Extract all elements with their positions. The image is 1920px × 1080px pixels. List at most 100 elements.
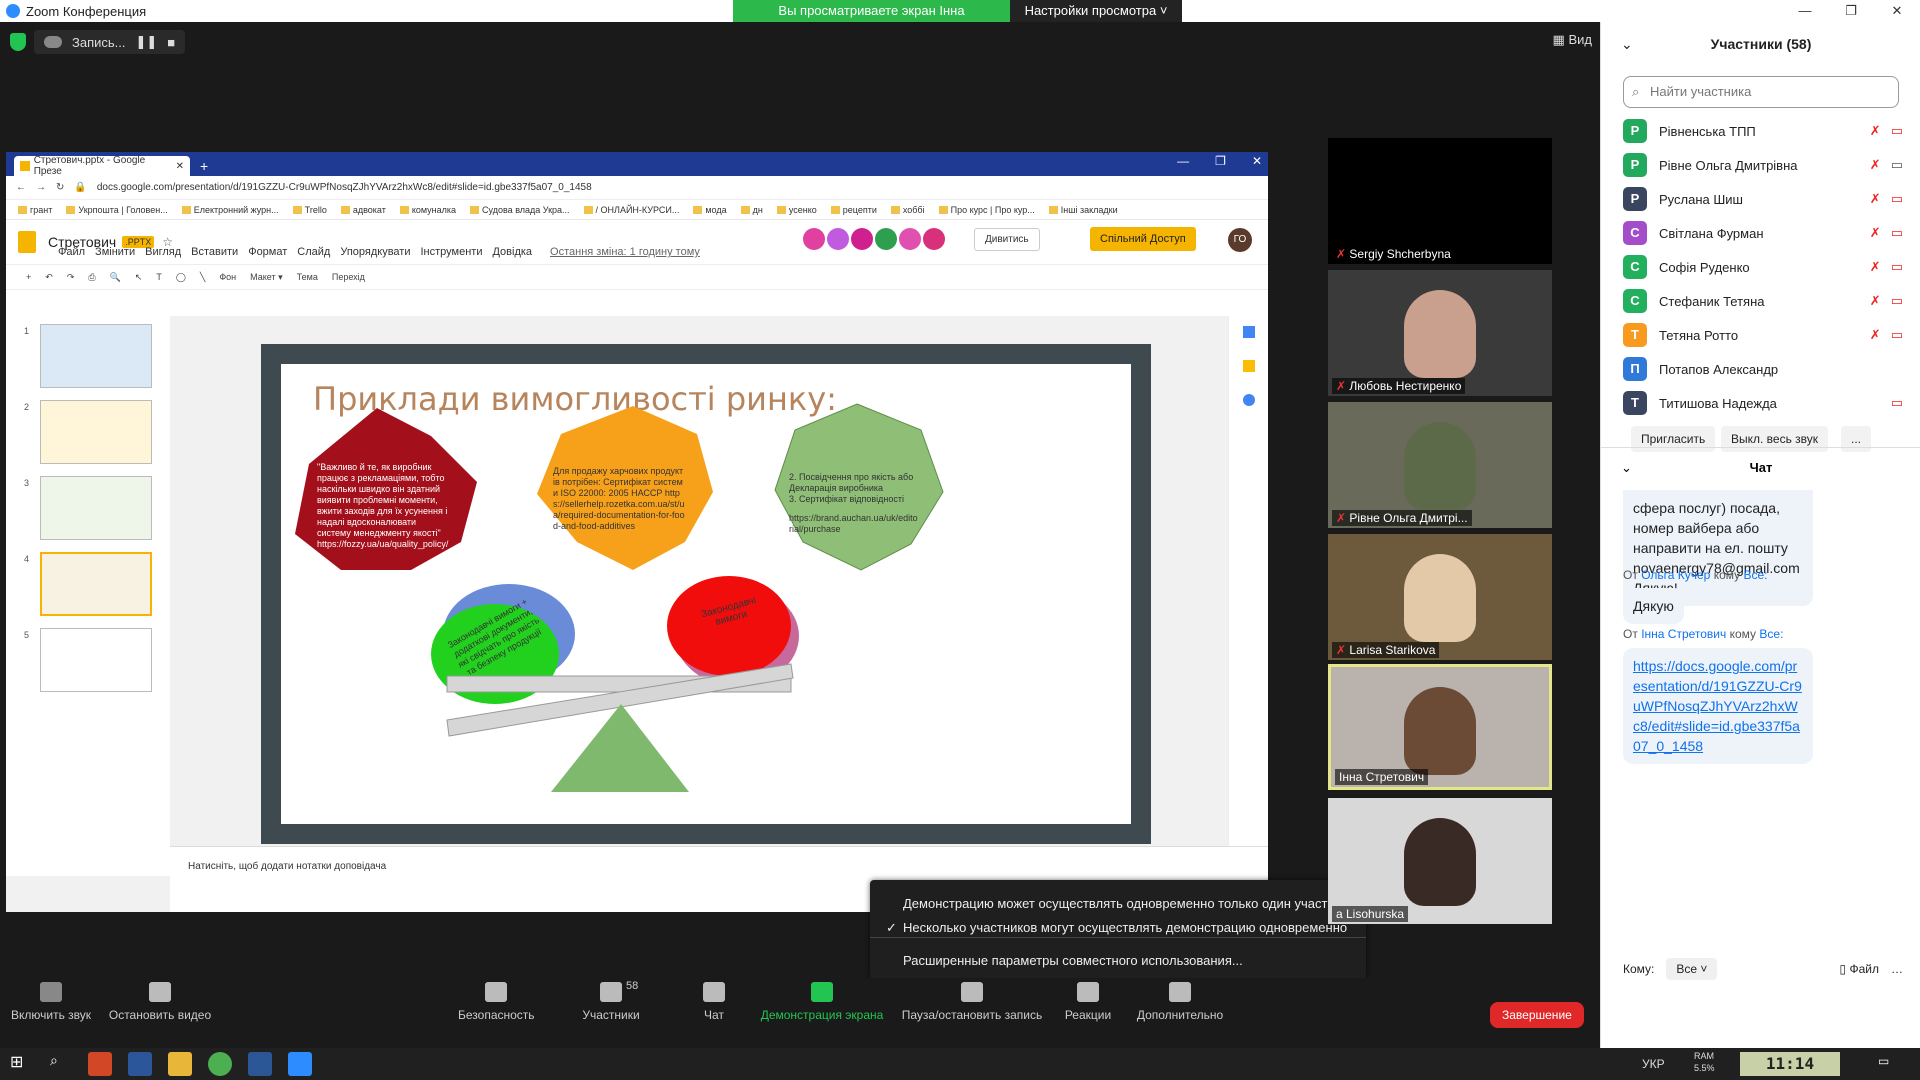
video-tile[interactable]: ✗ Любовь Нестиренко: [1328, 270, 1552, 396]
bookmark-item[interactable]: адвокат: [340, 205, 386, 215]
share-screen-button[interactable]: Демонстрация экрана: [756, 978, 888, 1022]
bookmark-item[interactable]: рецепти: [830, 205, 877, 215]
participant-row[interactable]: С Стефаник Тетяна ✗ ▭: [1623, 286, 1903, 316]
select-icon[interactable]: ↖: [135, 272, 143, 283]
bookmark-item[interactable]: мода: [693, 205, 727, 215]
bookmark-item[interactable]: Судова влада Укра...: [470, 205, 570, 215]
bookmark-item[interactable]: Електронний журн...: [181, 205, 279, 215]
tasks-icon[interactable]: [1242, 394, 1255, 406]
collaborator-avatar[interactable]: [899, 228, 921, 250]
background-button[interactable]: Фон: [219, 272, 236, 282]
collaborator-avatar[interactable]: [923, 228, 945, 250]
bookmark-item[interactable]: комуналка: [399, 205, 456, 215]
url-field[interactable]: docs.google.com/presentation/d/191GZZU-C…: [97, 182, 592, 193]
reactions-button[interactable]: Реакции: [1060, 978, 1116, 1022]
chevron-down-icon[interactable]: ⌄: [1621, 22, 1633, 66]
collaborator-avatar[interactable]: [851, 228, 873, 250]
menu-insert[interactable]: Вставити: [191, 246, 238, 258]
end-meeting-button[interactable]: Завершение: [1490, 1002, 1584, 1028]
browser-close-icon[interactable]: ✕: [1252, 154, 1262, 168]
close-button[interactable]: ✕: [1874, 0, 1920, 22]
participant-row[interactable]: Р Рівненська ТПП ✗ ▭: [1623, 116, 1903, 146]
clock[interactable]: 11:14: [1740, 1052, 1840, 1076]
undo-icon[interactable]: ↶: [45, 272, 53, 283]
video-tile-active-speaker[interactable]: Інна Стретович: [1328, 664, 1552, 790]
participant-row[interactable]: С Софія Руденко ✗ ▭: [1623, 252, 1903, 282]
collaborator-avatar[interactable]: [875, 228, 897, 250]
user-avatar[interactable]: ГО: [1228, 228, 1252, 252]
word-icon[interactable]: [248, 1052, 272, 1076]
menu-slide[interactable]: Слайд: [297, 246, 330, 258]
menu-tools[interactable]: Інструменти: [420, 246, 482, 258]
share-option-single[interactable]: Демонстрацию может осуществлять одноврем…: [903, 896, 1348, 911]
participant-row[interactable]: Р Рівне Ольга Дмитрівна ✗ ▭: [1623, 150, 1903, 180]
video-tile[interactable]: a Lisohurska: [1328, 798, 1552, 924]
participant-row[interactable]: Т Титишова Надежда ▭: [1623, 388, 1903, 418]
pause-record-button[interactable]: Пауза/остановить запись: [898, 978, 1046, 1022]
menu-edit[interactable]: Змінити: [95, 246, 135, 258]
share-option-advanced[interactable]: Расширенные параметры совместного исполь…: [903, 953, 1243, 968]
menu-format[interactable]: Формат: [248, 246, 287, 258]
minimize-button[interactable]: —: [1782, 0, 1828, 22]
pause-recording-icon[interactable]: ❚❚: [136, 34, 158, 50]
windows-start-icon[interactable]: ⊞: [10, 1052, 34, 1076]
file-explorer-icon[interactable]: [168, 1052, 192, 1076]
unmute-button[interactable]: Включить звук: [8, 978, 94, 1022]
slide-thumbnail[interactable]: [40, 400, 152, 464]
zoom-icon[interactable]: 🔍: [110, 272, 121, 283]
keep-icon[interactable]: [1242, 360, 1255, 372]
last-edit-link[interactable]: Остання зміна: 1 годину тому: [550, 246, 700, 258]
video-tile[interactable]: ✗ Larisa Starikova: [1328, 534, 1552, 660]
google-slides-logo-icon[interactable]: [18, 231, 36, 253]
bookmark-item[interactable]: Trello: [292, 205, 327, 215]
chat-link[interactable]: https://docs.google.com/presentation/d/1…: [1633, 658, 1802, 754]
slide-thumbnail[interactable]: [40, 324, 152, 388]
textbox-icon[interactable]: T: [156, 272, 162, 282]
recipient-select[interactable]: Все ˅: [1666, 958, 1718, 980]
participant-row[interactable]: Р Руслана Шиш ✗ ▭: [1623, 184, 1903, 214]
reload-icon[interactable]: ↻: [56, 182, 64, 193]
share-option-multiple[interactable]: Несколько участников могут осуществлять …: [903, 920, 1347, 935]
slide-thumbnail[interactable]: [40, 628, 152, 692]
save-disk-icon[interactable]: [128, 1052, 152, 1076]
chevron-down-icon[interactable]: ⌄: [1621, 448, 1632, 488]
forward-icon[interactable]: →: [36, 182, 46, 193]
bookmark-item[interactable]: хоббі: [890, 205, 925, 215]
chat-more-icon[interactable]: …: [1891, 962, 1903, 976]
search-icon[interactable]: ⌕: [50, 1052, 74, 1076]
menu-file[interactable]: Файл: [58, 246, 85, 258]
view-button[interactable]: ▦ Вид: [1553, 32, 1592, 48]
print-icon[interactable]: ⎙: [88, 272, 95, 283]
chrome-icon[interactable]: [208, 1052, 232, 1076]
file-button[interactable]: ▯ Файл: [1840, 962, 1879, 976]
back-icon[interactable]: ←: [16, 182, 26, 193]
zoom-taskbar-icon[interactable]: [288, 1052, 312, 1076]
participant-row[interactable]: П Потапов Александр: [1623, 354, 1903, 384]
calendar-icon[interactable]: [1242, 326, 1255, 338]
participants-button[interactable]: Участники 58: [576, 978, 646, 1022]
menu-view[interactable]: Вигляд: [145, 246, 181, 258]
slide-thumbnail-active[interactable]: [40, 552, 152, 616]
add-slide-icon[interactable]: +: [26, 272, 31, 282]
tab-close-icon[interactable]: ✕: [176, 161, 184, 172]
more-button[interactable]: Дополнительно: [1132, 978, 1228, 1022]
powerpoint-icon[interactable]: [88, 1052, 112, 1076]
bookmark-item[interactable]: Укрпошта | Головен...: [66, 205, 168, 215]
share-button[interactable]: Спільний Доступ: [1090, 227, 1196, 251]
shape-icon[interactable]: ◯: [176, 272, 186, 283]
browser-maximize-icon[interactable]: ❐: [1215, 154, 1226, 168]
theme-button[interactable]: Тема: [297, 272, 318, 282]
participant-row[interactable]: Т Тетяна Ротто ✗ ▭: [1623, 320, 1903, 350]
collaborator-avatar[interactable]: [827, 228, 849, 250]
bookmark-item[interactable]: / ОНЛАЙН-КУРСИ...: [583, 205, 679, 215]
stop-video-button[interactable]: Остановить видео: [108, 978, 212, 1022]
new-tab-icon[interactable]: +: [200, 158, 208, 174]
menu-arrange[interactable]: Упорядкувати: [340, 246, 410, 258]
menu-help[interactable]: Довідка: [492, 246, 532, 258]
maximize-button[interactable]: ❐: [1828, 0, 1874, 22]
notifications-icon[interactable]: ▭: [1878, 1054, 1889, 1068]
transition-button[interactable]: Перехід: [332, 272, 365, 282]
security-button[interactable]: Безопасность: [458, 978, 535, 1022]
redo-icon[interactable]: ↷: [67, 272, 75, 283]
layout-button[interactable]: Макет ▾: [250, 272, 283, 283]
